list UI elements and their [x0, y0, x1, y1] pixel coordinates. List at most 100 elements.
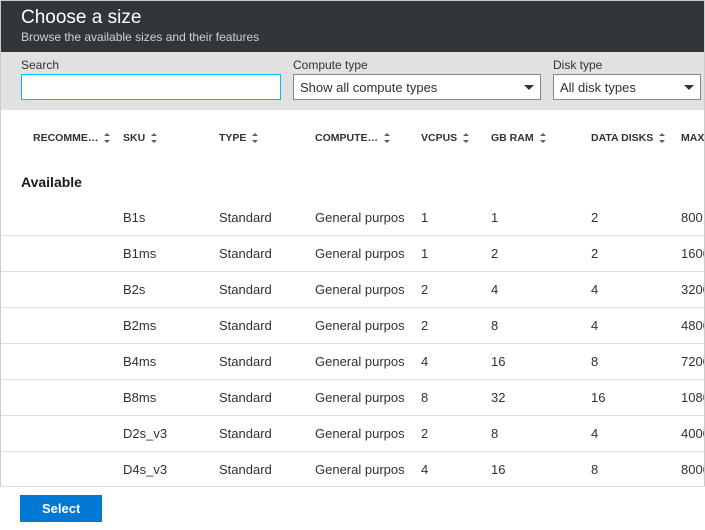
- compute-type-dropdown[interactable]: Show all compute types: [293, 74, 541, 100]
- disk-type-dropdown[interactable]: All disk types: [553, 74, 701, 100]
- cell-iops: 10800: [677, 380, 704, 416]
- cell-disks: 4: [587, 416, 677, 452]
- cell-sku: D2s_v3: [119, 416, 215, 452]
- select-button[interactable]: Select: [20, 495, 102, 522]
- col-compute[interactable]: COMPUTE…: [311, 126, 417, 156]
- cell-ram: 8: [487, 416, 587, 452]
- section-available: Available: [1, 156, 704, 200]
- cell-sku: B1s: [119, 200, 215, 236]
- cell-sku: B2s: [119, 272, 215, 308]
- cell-recommended: [1, 236, 119, 272]
- cell-type: Standard: [215, 344, 311, 380]
- cell-sku: B2ms: [119, 308, 215, 344]
- cell-recommended: [1, 416, 119, 452]
- table-row[interactable]: D2s_v3StandardGeneral purpos2844000: [1, 416, 704, 452]
- cell-vcpus: 1: [417, 236, 487, 272]
- cell-disks: 8: [587, 452, 677, 488]
- disk-type-label: Disk type: [553, 58, 701, 72]
- cell-vcpus: 4: [417, 344, 487, 380]
- cell-vcpus: 2: [417, 308, 487, 344]
- cell-recommended: [1, 308, 119, 344]
- cell-ram: 16: [487, 344, 587, 380]
- cell-compute: General purpos: [311, 416, 417, 452]
- cell-type: Standard: [215, 200, 311, 236]
- cell-ram: 32: [487, 380, 587, 416]
- cell-compute: General purpos: [311, 308, 417, 344]
- table-row[interactable]: B1msStandardGeneral purpos1221600: [1, 236, 704, 272]
- col-sku[interactable]: SKU: [119, 126, 215, 156]
- col-type[interactable]: TYPE: [215, 126, 311, 156]
- page-subtitle: Browse the available sizes and their fea…: [21, 30, 684, 44]
- chevron-down-icon: [684, 85, 694, 90]
- cell-type: Standard: [215, 272, 311, 308]
- chevron-down-icon: [524, 85, 534, 90]
- cell-sku: B4ms: [119, 344, 215, 380]
- col-iops[interactable]: MAX IOP: [677, 126, 704, 156]
- cell-recommended: [1, 452, 119, 488]
- cell-ram: 4: [487, 272, 587, 308]
- table-row[interactable]: B4msStandardGeneral purpos41687200: [1, 344, 704, 380]
- table-row[interactable]: B2sStandardGeneral purpos2443200: [1, 272, 704, 308]
- cell-compute: General purpos: [311, 272, 417, 308]
- sort-icon: [150, 133, 158, 143]
- cell-disks: 8: [587, 344, 677, 380]
- cell-type: Standard: [215, 452, 311, 488]
- cell-compute: General purpos: [311, 236, 417, 272]
- cell-recommended: [1, 272, 119, 308]
- cell-vcpus: 1: [417, 200, 487, 236]
- cell-compute: General purpos: [311, 380, 417, 416]
- footer-bar: Select: [0, 486, 705, 530]
- col-vcpus[interactable]: VCPUS: [417, 126, 487, 156]
- cell-recommended: [1, 200, 119, 236]
- cell-ram: 8: [487, 308, 587, 344]
- cell-iops: 3200: [677, 272, 704, 308]
- table-row[interactable]: D4s_v3StandardGeneral purpos41688000: [1, 452, 704, 488]
- cell-vcpus: 4: [417, 452, 487, 488]
- cell-compute: General purpos: [311, 200, 417, 236]
- col-recommended[interactable]: RECOMME…: [1, 126, 119, 156]
- cell-disks: 2: [587, 200, 677, 236]
- search-label: Search: [21, 58, 281, 72]
- table-row[interactable]: B1sStandardGeneral purpos112800: [1, 200, 704, 236]
- cell-sku: D4s_v3: [119, 452, 215, 488]
- search-input[interactable]: [21, 74, 281, 100]
- panel-header: Choose a size Browse the available sizes…: [1, 1, 704, 52]
- col-ram[interactable]: GB RAM: [487, 126, 587, 156]
- cell-vcpus: 2: [417, 272, 487, 308]
- cell-ram: 16: [487, 452, 587, 488]
- filter-bar: Search Compute type Show all compute typ…: [1, 52, 704, 110]
- sort-icon: [103, 133, 111, 143]
- cell-vcpus: 8: [417, 380, 487, 416]
- table-row[interactable]: B8msStandardGeneral purpos8321610800: [1, 380, 704, 416]
- compute-type-selected: Show all compute types: [300, 80, 437, 95]
- compute-type-label: Compute type: [293, 58, 541, 72]
- col-disks[interactable]: DATA DISKS: [587, 126, 677, 156]
- cell-recommended: [1, 380, 119, 416]
- cell-iops: 1600: [677, 236, 704, 272]
- cell-type: Standard: [215, 236, 311, 272]
- sort-icon: [251, 133, 259, 143]
- cell-iops: 7200: [677, 344, 704, 380]
- cell-ram: 2: [487, 236, 587, 272]
- sort-icon: [658, 133, 666, 143]
- sort-icon: [383, 133, 391, 143]
- cell-disks: 16: [587, 380, 677, 416]
- cell-sku: B8ms: [119, 380, 215, 416]
- size-table-wrap: RECOMME… SKU TYPE COMPUTE… VCPUS: [1, 110, 704, 488]
- cell-disks: 4: [587, 308, 677, 344]
- cell-iops: 4000: [677, 416, 704, 452]
- table-row[interactable]: B2msStandardGeneral purpos2844800: [1, 308, 704, 344]
- cell-compute: General purpos: [311, 452, 417, 488]
- cell-disks: 4: [587, 272, 677, 308]
- disk-type-selected: All disk types: [560, 80, 636, 95]
- cell-compute: General purpos: [311, 344, 417, 380]
- sort-icon: [462, 133, 470, 143]
- cell-sku: B1ms: [119, 236, 215, 272]
- cell-type: Standard: [215, 416, 311, 452]
- cell-iops: 800: [677, 200, 704, 236]
- cell-type: Standard: [215, 308, 311, 344]
- cell-disks: 2: [587, 236, 677, 272]
- sort-icon: [539, 133, 547, 143]
- cell-iops: 8000: [677, 452, 704, 488]
- cell-vcpus: 2: [417, 416, 487, 452]
